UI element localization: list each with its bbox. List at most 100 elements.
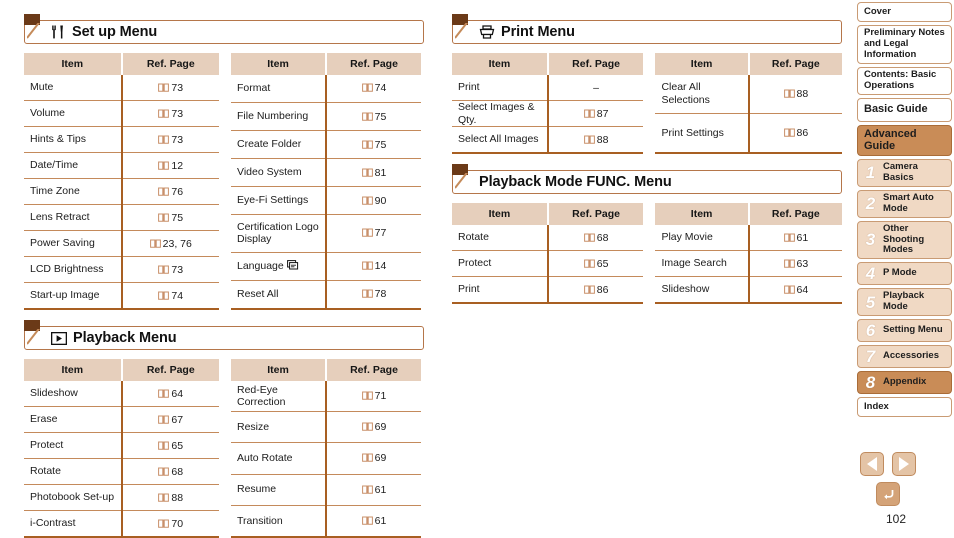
table-func-left: Item Ref. Page Rotate 68 Protect 65 Print 86 — [452, 203, 644, 305]
reference-book-icon — [583, 109, 595, 118]
reference-book-icon — [158, 467, 170, 476]
cell-item: Resize — [231, 411, 327, 444]
sidebar-item-p-mode[interactable]: 4 P Mode — [857, 262, 952, 286]
reference-book-icon — [361, 422, 373, 432]
reference-book-icon — [361, 196, 373, 205]
return-button[interactable] — [876, 482, 900, 506]
table-row: Mute 73 — [24, 75, 219, 101]
item-label: Time Zone — [30, 185, 80, 198]
table-row: Video System 81 — [231, 158, 421, 188]
sidebar-item-label: Basic Guide — [864, 103, 928, 116]
table-row: Protect 65 — [24, 432, 219, 459]
ref-page-number: 61 — [796, 231, 809, 244]
sidebar-item-number: 1 — [865, 163, 876, 183]
ref-page-number: 68 — [171, 465, 184, 478]
col-header-ref: Ref. Page — [547, 53, 644, 75]
cell-item: Lens Retract — [24, 204, 123, 231]
section-title: Set up Menu — [72, 24, 158, 40]
cell-ref-page: 86 — [748, 113, 842, 155]
reference-book-icon — [158, 265, 170, 274]
sidebar-item-smart-auto-mode[interactable]: 2 Smart Auto Mode — [857, 189, 952, 218]
page-navigation: 102 — [860, 452, 940, 526]
ref-page-number: 73 — [171, 133, 184, 146]
item-label: Power Saving — [30, 237, 95, 250]
cell-item: Create Folder — [231, 130, 327, 160]
previous-page-button[interactable] — [860, 452, 884, 476]
sidebar-item-label: Smart Auto Mode — [883, 191, 934, 214]
sidebar-item-setting-menu[interactable]: 6 Setting Menu — [857, 319, 952, 343]
ref-page-number: 78 — [374, 288, 387, 301]
item-label: Print — [458, 81, 480, 94]
table-row: Resize 69 — [231, 411, 421, 444]
corner-slash-icon — [455, 23, 475, 43]
ref-page-number: 70 — [171, 517, 184, 530]
sidebar-item-cover[interactable]: Cover — [857, 2, 952, 22]
reference-book-icon — [158, 187, 170, 196]
table-row: Start-up Image 74 — [24, 282, 219, 310]
sidebar-item-label: P Mode — [883, 267, 917, 279]
section-playback-menu: Playback Menu Item Ref. Page Slideshow 64… — [24, 320, 424, 538]
item-label: Resume — [237, 483, 277, 496]
sidebar-item-other-shooting-modes[interactable]: 3 Other Shooting Modes — [857, 220, 952, 260]
cell-item: Erase — [24, 406, 123, 433]
sidebar-item-basic-guide[interactable]: Basic Guide — [857, 97, 952, 122]
item-label: Volume — [30, 107, 66, 120]
reference-book-icon — [583, 285, 595, 294]
cell-ref-page: 64 — [748, 276, 842, 305]
table-row: Select Images & Qty. 87 — [452, 100, 644, 128]
next-page-button[interactable] — [892, 452, 916, 476]
cell-ref-page: 14 — [326, 252, 421, 281]
col-header-ref: Ref. Page — [326, 359, 421, 381]
col-header-item: Item — [452, 53, 549, 75]
table-set-up-right: Item Ref. Page Format 74 File Numbering 75 C… — [231, 53, 421, 310]
table-row: Print – — [452, 75, 644, 101]
item-label: Auto Rotate — [237, 452, 293, 465]
sidebar-item-camera-basics[interactable]: 1 Camera Basics — [857, 158, 952, 187]
item-label: Protect — [30, 439, 64, 452]
sidebar-item-preliminary-notes-and-legal-information[interactable]: Preliminary Notes and Legal Information — [857, 25, 952, 64]
ref-page-number: 67 — [171, 413, 184, 426]
right-column: Print Menu Item Ref. Page Print – Select I… — [452, 14, 842, 305]
cell-ref-page: 81 — [326, 158, 421, 188]
cell-item: Clear All Selections — [655, 75, 750, 114]
ref-page-number: 65 — [596, 257, 609, 270]
reference-book-icon — [783, 285, 795, 294]
item-label: i-Contrast — [30, 517, 76, 530]
item-label: Certification Logo Display — [237, 220, 319, 246]
item-label: Print — [458, 283, 480, 296]
chevron-left-icon — [867, 457, 877, 471]
cell-item: Certification Logo Display — [231, 214, 327, 253]
ref-page-number: 74 — [374, 82, 387, 95]
sidebar-item-contents-basic-operations[interactable]: Contents: Basic Operations — [857, 66, 952, 95]
cell-ref-page: 73 — [121, 126, 219, 153]
cell-item: File Numbering — [231, 102, 327, 132]
reference-book-icon — [158, 161, 170, 170]
play-button-icon — [51, 331, 67, 345]
cell-ref-page: 64 — [121, 381, 219, 407]
ref-page-number: 86 — [796, 127, 809, 140]
sidebar-item-advanced-guide[interactable]: Advanced Guide — [857, 124, 952, 156]
cell-item: Play Movie — [655, 225, 750, 252]
section-title: Print Menu — [501, 24, 575, 40]
cell-ref-page: 74 — [121, 282, 219, 310]
item-label: Erase — [30, 413, 58, 426]
sidebar-item-appendix[interactable]: 8 Appendix — [857, 371, 952, 395]
cell-ref-page: 73 — [121, 100, 219, 127]
cell-ref-page: 75 — [326, 102, 421, 132]
reference-book-icon — [149, 239, 161, 248]
ref-page-number: – — [593, 81, 599, 94]
table-row: LCD Brightness 73 — [24, 256, 219, 283]
cell-ref-page: 61 — [326, 474, 421, 506]
table-row: Image Search 63 — [655, 250, 842, 278]
table-row: Erase 67 — [24, 406, 219, 433]
sidebar-item-label: Camera Basics — [883, 160, 918, 183]
cell-ref-page: 68 — [121, 458, 219, 485]
item-label: Rotate — [458, 231, 489, 244]
sidebar-item-index[interactable]: Index — [857, 397, 952, 418]
sidebar-item-accessories[interactable]: 7 Accessories — [857, 345, 952, 369]
item-label: Print Settings — [661, 126, 724, 139]
sidebar-item-playback-mode[interactable]: 5 Playback Mode — [857, 288, 952, 317]
language-icon — [286, 260, 299, 271]
cell-item: Rotate — [452, 225, 549, 252]
cell-ref-page: 61 — [748, 225, 842, 252]
